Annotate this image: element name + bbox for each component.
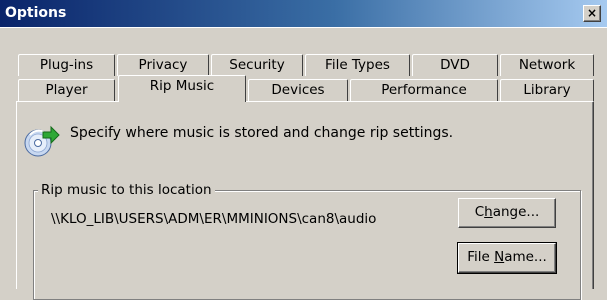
rip-location-group-label: Rip music to this location — [38, 182, 215, 198]
tab-network[interactable]: Network — [500, 54, 594, 76]
tab-plug-ins[interactable]: Plug-ins — [18, 54, 115, 76]
tab-security[interactable]: Security — [211, 54, 303, 76]
tab-performance[interactable]: Performance — [350, 79, 498, 101]
tab-privacy[interactable]: Privacy — [117, 54, 209, 76]
cd-rip-icon — [24, 125, 60, 157]
tab-library[interactable]: Library — [500, 79, 594, 101]
tab-file-types[interactable]: File Types — [305, 54, 410, 76]
tab-rip-music[interactable]: Rip Music — [118, 75, 246, 102]
change-button[interactable]: Change... — [458, 198, 556, 228]
tab-dvd[interactable]: DVD — [412, 54, 498, 76]
close-icon: × — [586, 6, 598, 20]
title-bar[interactable]: Options × — [0, 0, 607, 28]
window-title: Options — [5, 5, 67, 21]
rip-location-path: \\KLO_LIB\USERS\ADM\ER\MMINIONS\can8\aud… — [51, 211, 377, 227]
close-button[interactable]: × — [583, 5, 601, 22]
tab-player[interactable]: Player — [18, 79, 115, 101]
rip-description: Specify where music is stored and change… — [70, 125, 454, 141]
tab-devices[interactable]: Devices — [248, 79, 348, 101]
file-name-button[interactable]: File Name... — [457, 242, 557, 274]
